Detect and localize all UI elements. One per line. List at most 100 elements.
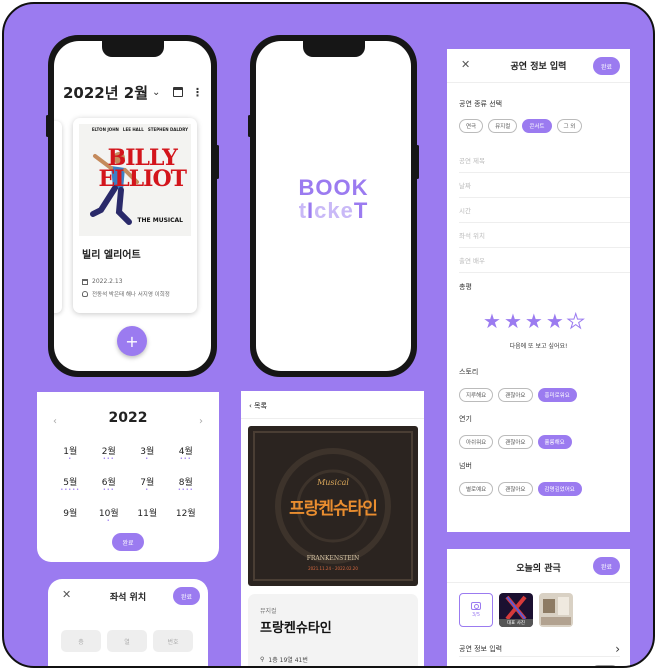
type-chip[interactable]: 뮤지컬	[488, 119, 518, 133]
group-label: 넘버	[459, 462, 472, 470]
done-button[interactable]: 완료	[592, 57, 620, 75]
next-year-arrow[interactable]: ›	[199, 416, 203, 427]
review-label: 총평	[459, 283, 472, 291]
kebab-menu-icon[interactable]: ⋮	[192, 87, 203, 98]
performance-info-row[interactable]: 공연 정보 입력 ›	[459, 641, 620, 657]
option-chip[interactable]: 훌륭해요	[537, 435, 572, 449]
chevron-right-icon: ›	[615, 641, 620, 656]
event-dots: •	[106, 518, 111, 524]
type-chip[interactable]: 콘서트	[522, 119, 552, 133]
option-chip[interactable]: 괜찮아요	[498, 388, 533, 402]
power-button	[416, 145, 419, 179]
add-performance-button[interactable]: +	[117, 326, 147, 356]
option-chip[interactable]: 괜찮아요	[498, 435, 533, 449]
previous-card-peek[interactable]	[54, 121, 62, 313]
back-label: 목록	[254, 402, 267, 410]
row-input[interactable]: 열	[107, 630, 147, 652]
photo-thumbnail[interactable]: 대표 사진	[499, 593, 533, 627]
option-chip[interactable]: 감명깊었어요	[537, 482, 582, 496]
seat-position-panel: ✕ 좌석 위치 완료 층 열 번호	[48, 579, 208, 666]
form-field[interactable]: 날짜	[459, 173, 630, 198]
phone-list-screen: 2022년 2월 ⌄ ⋮ ELTON JOHN LEE HALL STEPHEN…	[46, 35, 219, 377]
month-cell[interactable]: 6월 •••	[90, 475, 129, 493]
month-cell[interactable]: 12월	[167, 506, 206, 521]
event-dots: •	[145, 456, 150, 462]
seat-done-button[interactable]: 완료	[172, 587, 200, 605]
type-chip[interactable]: 그 외	[556, 119, 583, 133]
option-chip[interactable]: 괜찮아요	[498, 482, 533, 496]
seat-title: 좌석 위치	[109, 592, 147, 603]
photo-thumbnail[interactable]	[539, 593, 573, 627]
form-title: 공연 정보 입력	[510, 62, 567, 72]
month-label: 12월	[175, 509, 196, 519]
month-cell[interactable]: 5월 •••••	[51, 475, 90, 493]
header-divider	[447, 582, 630, 583]
seat-icon: ⚲	[260, 656, 265, 663]
form-field[interactable]: 출연 배우	[459, 248, 630, 273]
type-label: 공연 종류 선택	[459, 100, 503, 108]
seat-header: ✕ 좌석 위치 완료	[48, 579, 208, 613]
poster-cast-name: STEPHEN DALDRY	[147, 127, 188, 132]
calendar-icon[interactable]	[173, 87, 183, 97]
month-cell[interactable]: 4월 •••	[167, 444, 206, 462]
star-rating[interactable]: ★ ★ ★ ★ ★	[483, 311, 585, 332]
form-field[interactable]: 시간	[459, 198, 630, 223]
card-date: 2022.2.13	[92, 278, 123, 285]
number-input[interactable]: 번호	[153, 630, 193, 652]
month-cell[interactable]: 10월 •	[90, 506, 129, 524]
month-cell[interactable]: 1월 •	[51, 444, 90, 462]
back-to-list-link[interactable]: ‹ 목록	[249, 401, 267, 411]
toggle-switch[interactable]	[592, 665, 618, 666]
card-date-row: 2022.2.13	[82, 278, 123, 285]
close-icon[interactable]: ✕	[461, 58, 470, 71]
today-done-button[interactable]: 완료	[592, 557, 620, 575]
floor-input[interactable]: 층	[61, 630, 101, 652]
option-chip[interactable]: 흥미로워요	[537, 388, 577, 402]
poster-title: BILLY ELLIOT	[98, 147, 187, 190]
event-dots: •••••	[60, 487, 81, 493]
photo-count: 3/5	[471, 612, 481, 618]
todays-viewing-panel: 오늘의 관극 완료 3/5 대표 사진 공연 정보 입력 ›	[447, 549, 630, 666]
option-chip-group: 지루해요 괜찮아요 흥미로워요	[459, 388, 577, 402]
chevron-down-icon[interactable]: ⌄	[152, 87, 160, 98]
option-chip[interactable]: 아쉬워요	[459, 435, 494, 449]
month-cell[interactable]: 11월	[128, 506, 167, 521]
month-cell[interactable]: 9월	[51, 506, 90, 521]
calendar-icon	[82, 278, 88, 285]
month-cell[interactable]: 7월 •	[128, 475, 167, 493]
logo-bottom-text: tIckeT	[298, 198, 369, 223]
performance-card[interactable]: ELTON JOHN LEE HALL STEPHEN DALDRY BILLY	[73, 118, 197, 313]
option-chip[interactable]: 별로예요	[459, 482, 494, 496]
star-icon[interactable]: ★	[546, 311, 564, 331]
month-cell[interactable]: 2월 •••	[90, 444, 129, 462]
app-logo: BOOK tIckeT	[256, 175, 411, 224]
month-title[interactable]: 2022년 2월	[63, 82, 148, 103]
detail-seat-row: ⚲ 1층 19열 41번	[260, 655, 308, 664]
list-screen: 2022년 2월 ⌄ ⋮ ELTON JOHN LEE HALL STEPHEN…	[54, 41, 211, 371]
star-icon[interactable]: ★	[483, 311, 501, 331]
form-field[interactable]: 좌석 위치	[459, 223, 630, 248]
row-label: 공연 정보 입력	[459, 644, 503, 653]
camera-icon	[471, 602, 481, 610]
month-label: 9월	[63, 509, 78, 519]
star-icon[interactable]: ★	[504, 311, 522, 331]
form-field[interactable]: 공연 제목	[459, 148, 630, 173]
notch	[101, 41, 164, 57]
month-cell[interactable]: 3월 •	[128, 444, 167, 462]
month-cell[interactable]: 8월 ••••	[167, 475, 206, 493]
type-chip[interactable]: 연극	[459, 119, 484, 133]
star-icon[interactable]: ★	[525, 311, 543, 331]
performance-info-form: ✕ 공연 정보 입력 완료 공연 종류 선택 연극 뮤지컬 콘서트 그 외 공연 제목…	[447, 49, 630, 532]
photo-strip: 3/5 대표 사진	[459, 593, 573, 627]
volume-button	[248, 115, 251, 137]
month-header: 2022년 2월 ⌄ ⋮	[63, 82, 203, 102]
type-chip-group: 연극 뮤지컬 콘서트 그 외	[459, 119, 583, 133]
close-icon[interactable]: ✕	[62, 588, 71, 601]
calendar-done-button[interactable]: 완료	[112, 533, 144, 551]
star-icon[interactable]: ★	[566, 311, 585, 332]
add-photo-button[interactable]: 3/5	[459, 593, 493, 627]
event-dots: •••	[102, 487, 115, 493]
option-chip[interactable]: 지루해요	[459, 388, 494, 402]
performance-detail-panel: ‹ 목록 Musical 프랑켄슈타인 FRANKENSTEIN 2021.11…	[241, 391, 424, 666]
detail-seat: 1층 19열 41번	[268, 657, 308, 664]
